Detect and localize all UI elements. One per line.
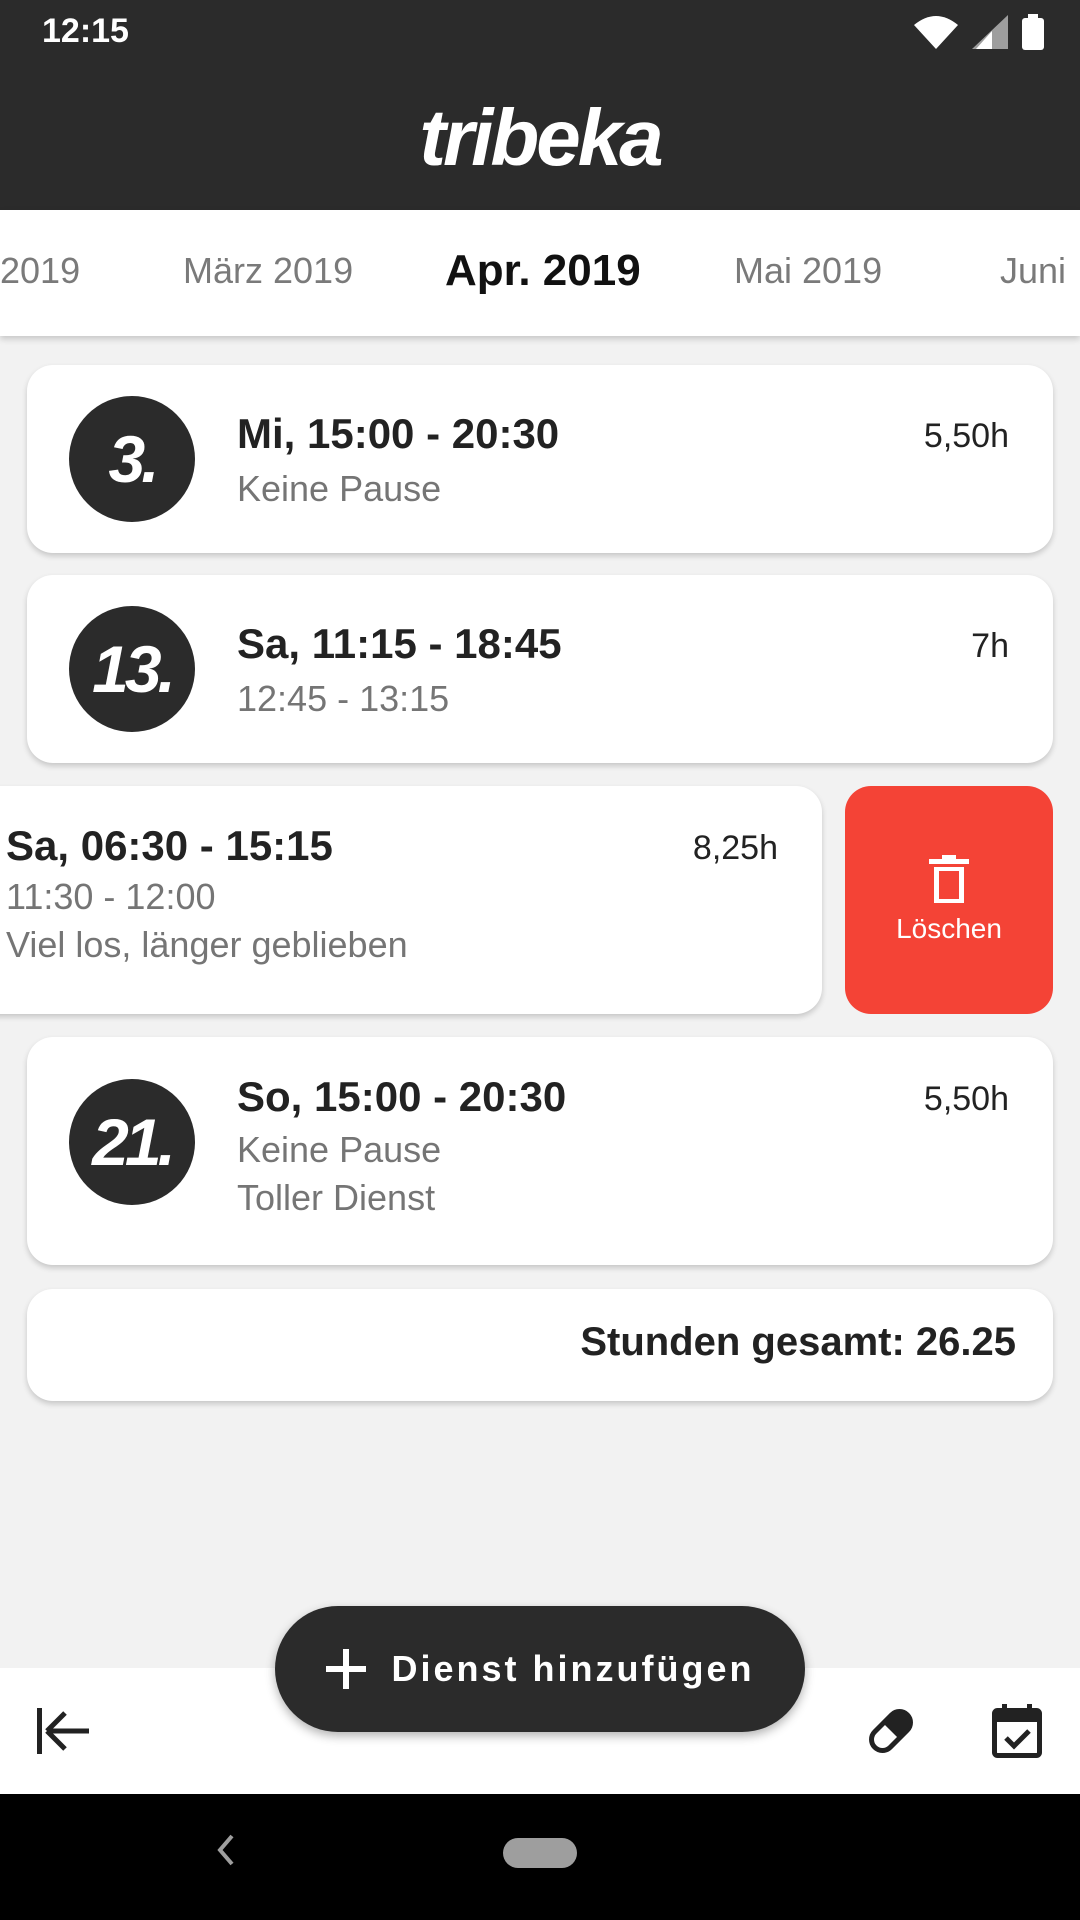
day-badge: 21. [69,1079,195,1205]
shift-pause: 12:45 - 13:15 [237,678,450,719]
arrow-left-to-line-icon [37,1708,89,1754]
shift-card[interactable]: 3. Mi, 15:00 - 20:30 Keine Pause 5,50h [27,365,1053,553]
calendar-button[interactable] [972,1686,1062,1776]
month-tab-active[interactable]: Apr. 2019 [445,246,641,296]
shift-card-swiped[interactable]: Sa, 06:30 - 15:15 11:30 - 12:00 Viel los… [0,786,822,1014]
shift-pause: Keine Pause [237,1129,442,1170]
app-logo: tribeka [419,93,663,182]
add-shift-button[interactable]: Dienst hinzufügen [275,1606,805,1732]
shift-card[interactable]: 13. Sa, 11:15 - 18:45 12:45 - 13:15 7h [27,575,1053,763]
month-tabs: 2019 März 2019 Apr. 2019 Mai 2019 Juni [0,210,1080,336]
sick-leave-button[interactable] [846,1686,936,1776]
shift-pause: 11:30 - 12:00 [6,876,216,917]
app-bar: 12:15 tribeka [0,0,1080,210]
plus-icon [325,1649,366,1689]
day-badge: 13. [69,606,195,732]
shift-hours: 7h [971,627,1009,665]
status-icons [914,14,1044,50]
month-tab[interactable]: März 2019 [183,250,353,292]
shift-time: Sa, 11:15 - 18:45 [237,620,562,667]
calendar-check-icon [992,1704,1042,1758]
pill-icon [869,1709,913,1753]
battery-icon [1022,14,1044,50]
signal-icon [972,15,1008,49]
trash-icon [929,855,969,903]
system-nav-bar [0,1794,1080,1920]
delete-label: Löschen [896,913,1002,944]
day-badge: 3. [69,396,195,522]
month-tab[interactable]: Mai 2019 [734,250,882,292]
status-time: 12:15 [42,12,129,50]
shift-hours: 8,25h [692,829,778,867]
nav-home-pill[interactable] [503,1838,577,1868]
month-tab[interactable]: 2019 [0,250,80,292]
wifi-icon [914,16,958,49]
shift-time: Mi, 15:00 - 20:30 [237,410,560,457]
shift-hours: 5,50h [923,1080,1009,1118]
shift-pause: Keine Pause [237,468,442,509]
nav-back-icon[interactable] [214,1832,236,1868]
shift-time: Sa, 06:30 - 15:15 [6,822,333,869]
shift-card[interactable]: 21. So, 15:00 - 20:30 Keine Pause Toller… [27,1037,1053,1265]
total-hours: Stunden gesamt: 26.25 [580,1320,1016,1364]
shift-hours: 5,50h [923,417,1009,455]
back-to-start-button[interactable] [18,1686,108,1776]
add-shift-label: Dienst hinzufügen [391,1648,755,1689]
shift-time: So, 15:00 - 20:30 [237,1073,567,1120]
shift-note: Toller Dienst [237,1177,436,1218]
delete-button[interactable]: Löschen [845,786,1053,1014]
month-tab[interactable]: Juni [1000,250,1066,292]
shift-note: Viel los, länger geblieben [6,924,408,965]
